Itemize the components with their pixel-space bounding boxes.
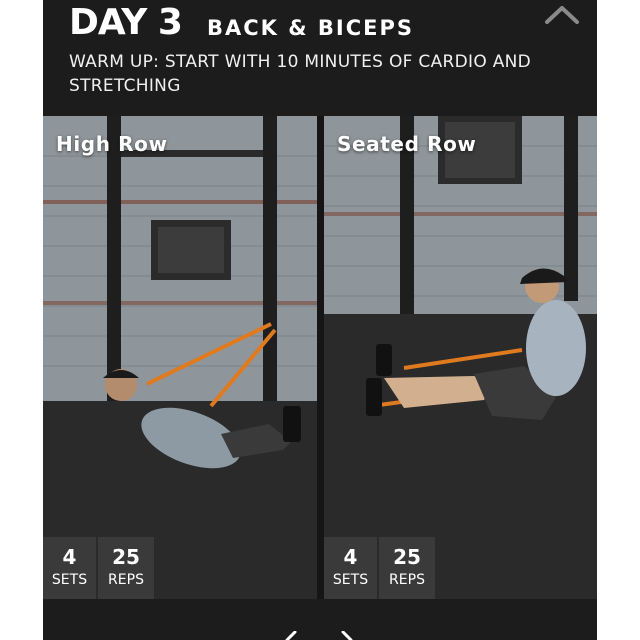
sets-badge: 4 SETS bbox=[43, 537, 96, 599]
reps-value: 25 bbox=[112, 545, 140, 569]
exercise-card-high-row[interactable]: High Row 4 SETS 25 REPS bbox=[43, 116, 317, 599]
sets-label: SETS bbox=[51, 572, 88, 588]
sets-value: 4 bbox=[62, 545, 77, 569]
chevron-right-icon[interactable] bbox=[337, 629, 357, 640]
warmup-instructions: WARM UP: START WITH 10 MINUTES OF CARDIO… bbox=[69, 52, 532, 96]
reps-badge: 25 REPS bbox=[379, 537, 435, 599]
sets-value: 4 bbox=[343, 545, 358, 569]
workout-card: DAY 3 BACK & BICEPS WARM UP: START WITH … bbox=[43, 0, 597, 640]
exercise-name: High Row bbox=[56, 132, 168, 156]
sets-badge: 4 SETS bbox=[324, 537, 377, 599]
chevron-up-icon[interactable] bbox=[543, 2, 581, 28]
reps-label: REPS bbox=[108, 572, 144, 588]
workout-name: BACK & BICEPS bbox=[207, 16, 414, 40]
exercise-name: Seated Row bbox=[337, 132, 477, 156]
exercise-image-high-row bbox=[43, 116, 317, 599]
exercise-image-seated-row bbox=[324, 116, 597, 599]
reps-badge: 25 REPS bbox=[98, 537, 154, 599]
panel-divider bbox=[317, 116, 324, 599]
chevron-left-icon[interactable] bbox=[281, 629, 301, 640]
workout-header: DAY 3 BACK & BICEPS WARM UP: START WITH … bbox=[43, 0, 597, 116]
pager-footer bbox=[43, 599, 597, 640]
day-title: DAY 3 bbox=[69, 2, 183, 43]
sets-label: SETS bbox=[332, 572, 369, 588]
reps-label: REPS bbox=[389, 572, 425, 588]
exercise-card-seated-row[interactable]: Seated Row 4 SETS 25 REPS bbox=[324, 116, 597, 599]
reps-value: 25 bbox=[393, 545, 421, 569]
